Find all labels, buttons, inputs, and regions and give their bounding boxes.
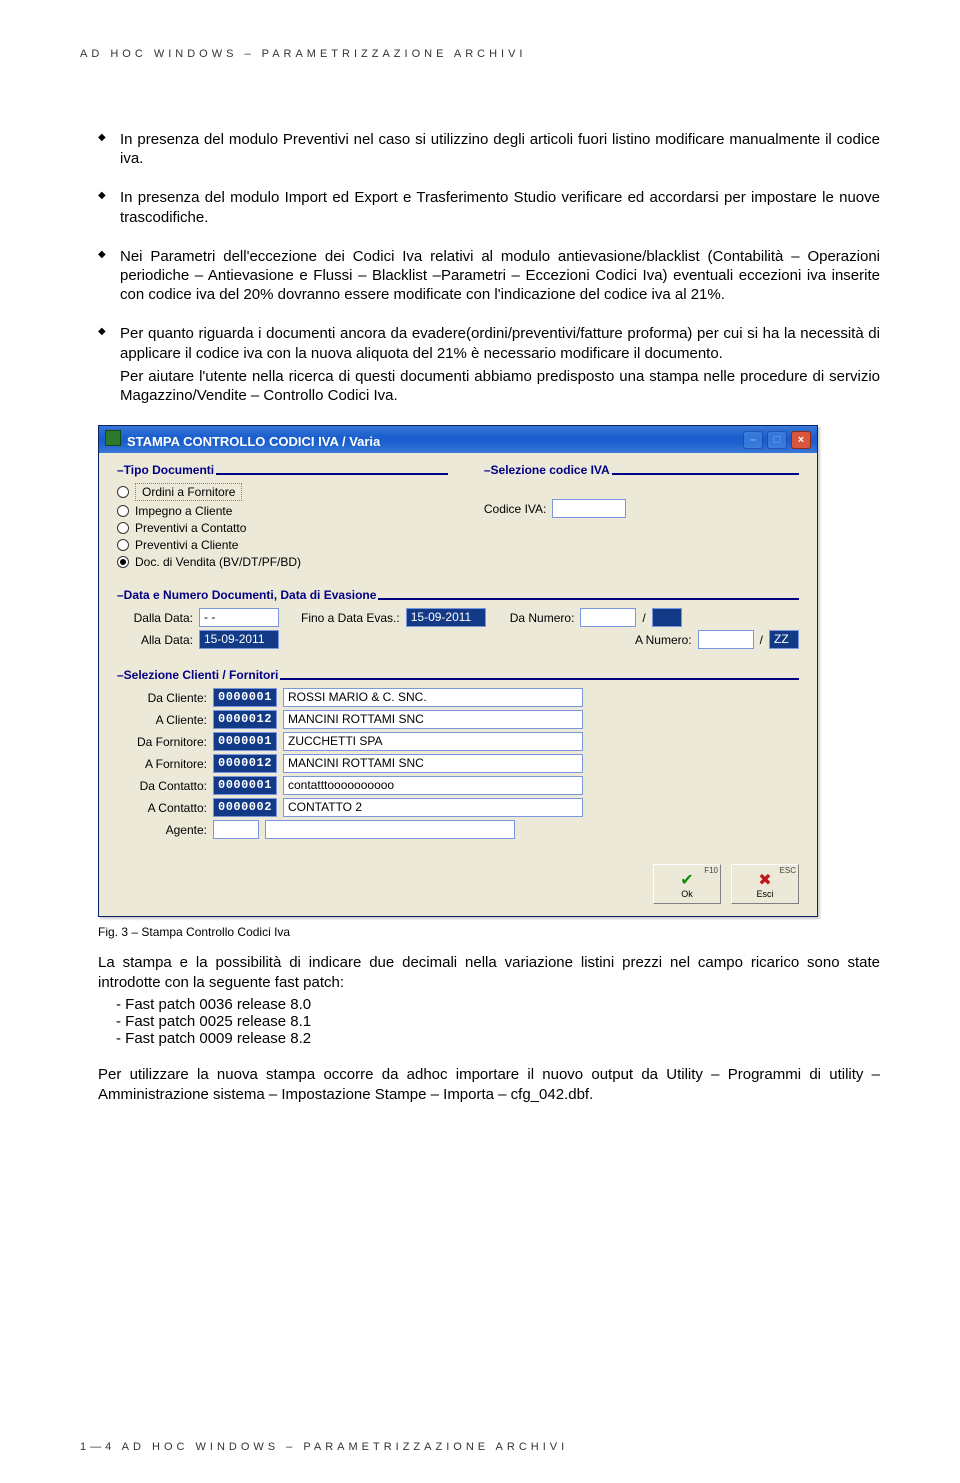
fastpatch-list: Fast patch 0036 release 8.0 Fast patch 0…: [116, 996, 880, 1047]
a-numero-suffix[interactable]: ZZ: [769, 630, 799, 649]
label-a-numero: A Numero:: [635, 633, 692, 647]
close-x-icon: ✖: [758, 873, 771, 889]
alla-data-input[interactable]: 15-09-2011: [199, 630, 279, 649]
list-item: Fast patch 0009 release 8.2: [116, 1030, 880, 1047]
page-footer: 1—4 AD HOC WINDOWS – PARAMETRIZZAZIONE A…: [80, 1441, 568, 1453]
label-da-contatto: Da Contatto:: [117, 779, 207, 793]
maximize-icon[interactable]: □: [767, 431, 787, 449]
paragraph: Per utilizzare la nuova stampa occorre d…: [98, 1065, 880, 1104]
radio-doc-vendita[interactable]: [117, 556, 129, 568]
button-label: Esci: [756, 889, 773, 899]
paragraph: La stampa e la possibilità di indicare d…: [98, 953, 880, 992]
group-sel-cli-for: –Selezione Clienti / Fornitori: [117, 668, 278, 682]
agente-name[interactable]: [265, 820, 515, 839]
app-icon: [105, 430, 121, 446]
dialog-stampa-controllo: STAMPA CONTROLLO CODICI IVA / Varia – □ …: [98, 425, 818, 917]
da-numero-input[interactable]: [580, 608, 636, 627]
slash: /: [760, 633, 763, 647]
dalla-data-input[interactable]: - -: [199, 608, 279, 627]
fino-data-evas-input[interactable]: 15-09-2011: [406, 608, 486, 627]
a-cliente-name[interactable]: MANCINI ROTTAMI SNC: [283, 710, 583, 729]
bullet-item: Per quanto riguarda i documenti ancora d…: [98, 324, 880, 405]
da-fornitore-name[interactable]: ZUCCHETTI SPA: [283, 732, 583, 751]
label-da-cliente: Da Cliente:: [117, 691, 207, 705]
da-numero-suffix[interactable]: [652, 608, 682, 627]
da-contatto-name[interactable]: contatttoooooooooo: [283, 776, 583, 795]
radio-label: Impegno a Cliente: [135, 504, 232, 518]
hotkey-label: F10: [704, 866, 718, 875]
radio-ordini-fornitore[interactable]: [117, 486, 129, 498]
button-label: Ok: [681, 889, 693, 899]
ok-button[interactable]: F10 ✔ Ok: [653, 864, 721, 904]
codice-iva-input[interactable]: [552, 499, 626, 518]
slash: /: [642, 611, 645, 625]
dialog-titlebar: STAMPA CONTROLLO CODICI IVA / Varia – □ …: [99, 426, 817, 453]
a-fornitore-code[interactable]: 0000012: [213, 754, 277, 773]
group-selezione-iva: –Selezione codice IVA: [484, 463, 610, 477]
da-contatto-code[interactable]: 0000001: [213, 776, 277, 795]
list-item: Fast patch 0025 release 8.1: [116, 1013, 880, 1030]
figure-caption: Fig. 3 – Stampa Controllo Codici Iva: [98, 925, 880, 939]
label-fino-data-evas: Fino a Data Evas.:: [301, 611, 400, 625]
label-da-numero: Da Numero:: [510, 611, 575, 625]
radio-label: Preventivi a Contatto: [135, 521, 246, 535]
label-a-contatto: A Contatto:: [117, 801, 207, 815]
bullet-item: In presenza del modulo Import ed Export …: [98, 188, 880, 226]
minimize-icon[interactable]: –: [743, 431, 763, 449]
bullet-item: In presenza del modulo Preventivi nel ca…: [98, 130, 880, 168]
a-fornitore-name[interactable]: MANCINI ROTTAMI SNC: [283, 754, 583, 773]
a-contatto-name[interactable]: CONTATTO 2: [283, 798, 583, 817]
label-agente: Agente:: [117, 823, 207, 837]
da-cliente-name[interactable]: ROSSI MARIO & C. SNC.: [283, 688, 583, 707]
label-dalla-data: Dalla Data:: [117, 611, 193, 625]
esci-button[interactable]: ESC ✖ Esci: [731, 864, 799, 904]
check-icon: ✔: [680, 873, 693, 889]
page-header: AD HOC WINDOWS – PARAMETRIZZAZIONE ARCHI…: [80, 48, 880, 60]
radio-label: Doc. di Vendita (BV/DT/PF/BD): [135, 555, 301, 569]
radio-impegno-cliente[interactable]: [117, 505, 129, 517]
a-numero-input[interactable]: [698, 630, 754, 649]
bullet-list: In presenza del modulo Preventivi nel ca…: [98, 130, 880, 405]
label-alla-data: Alla Data:: [117, 633, 193, 647]
a-contatto-code[interactable]: 0000002: [213, 798, 277, 817]
group-data-numero: –Data e Numero Documenti, Data di Evasio…: [117, 588, 376, 602]
list-item: Fast patch 0036 release 8.0: [116, 996, 880, 1013]
bullet-item: Nei Parametri dell'eccezione dei Codici …: [98, 247, 880, 305]
label-a-fornitore: A Fornitore:: [117, 757, 207, 771]
label-codice-iva: Codice IVA:: [484, 502, 546, 516]
bullet-subpara: Per aiutare l'utente nella ricerca di qu…: [120, 367, 880, 405]
radio-preventivi-contatto[interactable]: [117, 522, 129, 534]
close-icon[interactable]: ×: [791, 431, 811, 449]
label-da-fornitore: Da Fornitore:: [117, 735, 207, 749]
label-a-cliente: A Cliente:: [117, 713, 207, 727]
group-tipo-documenti: –Tipo Documenti: [117, 463, 214, 477]
bullet-text: Per quanto riguarda i documenti ancora d…: [120, 325, 880, 361]
radio-label: Preventivi a Cliente: [135, 538, 238, 552]
da-fornitore-code[interactable]: 0000001: [213, 732, 277, 751]
dialog-title-text: STAMPA CONTROLLO CODICI IVA / Varia: [127, 434, 380, 449]
agente-code[interactable]: [213, 820, 259, 839]
radio-label: Ordini a Fornitore: [135, 483, 242, 501]
da-cliente-code[interactable]: 0000001: [213, 688, 277, 707]
hotkey-label: ESC: [780, 866, 796, 875]
radio-preventivi-cliente[interactable]: [117, 539, 129, 551]
a-cliente-code[interactable]: 0000012: [213, 710, 277, 729]
